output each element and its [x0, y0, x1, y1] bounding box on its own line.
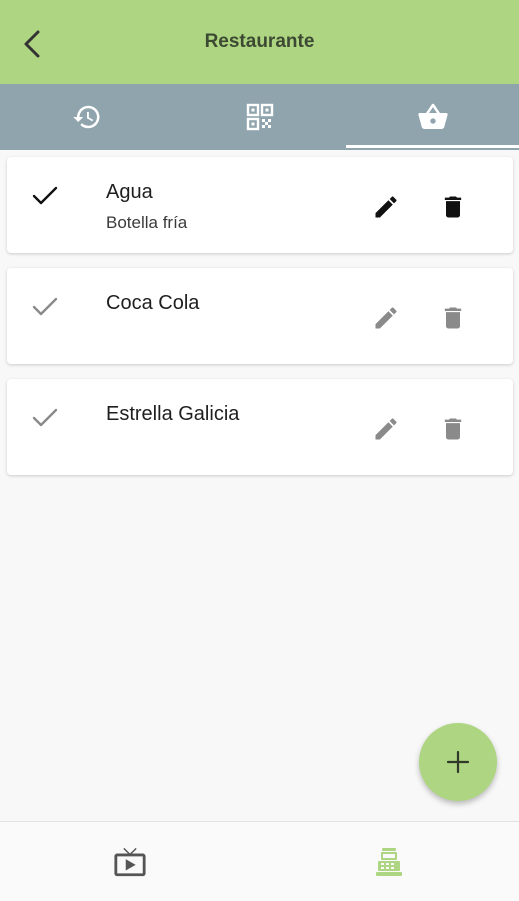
- pencil-icon: [375, 307, 397, 329]
- pencil-icon: [375, 196, 397, 218]
- list-item[interactable]: Coca Cola: [7, 268, 513, 364]
- history-icon: [72, 105, 99, 129]
- nav-register[interactable]: [259, 822, 518, 901]
- check-icon: [32, 408, 58, 427]
- trash-icon: [444, 418, 462, 440]
- page-title: Restaurante: [204, 31, 315, 52]
- delete-button[interactable]: [433, 187, 473, 227]
- trash-icon: [444, 307, 462, 329]
- edit-button[interactable]: [366, 409, 406, 449]
- tab-basket[interactable]: [346, 84, 519, 150]
- item-name: Estrella Galicia: [106, 403, 240, 425]
- delete-button[interactable]: [433, 298, 473, 338]
- tab-indicator: [346, 145, 519, 148]
- list-item[interactable]: Estrella Galicia: [7, 379, 513, 475]
- trash-icon: [444, 196, 462, 218]
- shopping-basket-icon: [417, 103, 448, 129]
- tab-qr[interactable]: [173, 84, 346, 150]
- check-icon: [32, 297, 58, 316]
- live-tv-icon: [113, 847, 146, 876]
- item-name: Agua: [106, 181, 153, 203]
- cash-register-icon: [375, 847, 402, 876]
- tab-bar: [0, 84, 519, 150]
- qr-code-icon: [246, 103, 273, 131]
- bottom-navigation: [0, 821, 519, 901]
- edit-button[interactable]: [366, 298, 406, 338]
- item-subtitle: Botella fría: [106, 213, 188, 232]
- list-item[interactable]: Agua Botella fría: [7, 157, 513, 253]
- nav-tv[interactable]: [0, 822, 259, 901]
- item-name: Coca Cola: [106, 292, 200, 314]
- pencil-icon: [375, 418, 397, 440]
- add-icon: [446, 750, 470, 774]
- delete-button[interactable]: [433, 409, 473, 449]
- add-button[interactable]: [419, 723, 497, 801]
- check-icon: [32, 186, 58, 205]
- edit-button[interactable]: [366, 187, 406, 227]
- tab-history[interactable]: [0, 84, 173, 150]
- app-bar: Restaurante: [0, 0, 519, 84]
